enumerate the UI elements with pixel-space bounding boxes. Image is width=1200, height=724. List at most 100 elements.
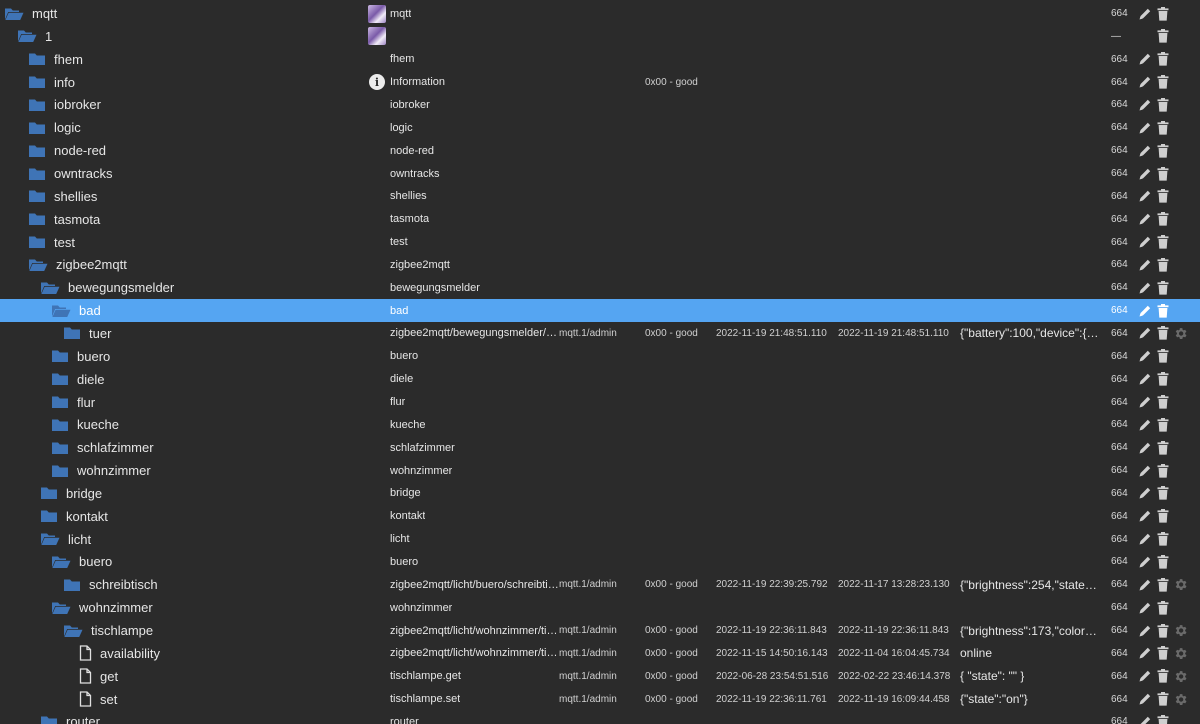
state-value[interactable]: {"state":"on"} <box>960 692 1028 706</box>
edit-icon[interactable] <box>1137 531 1153 548</box>
folder-open-icon[interactable] <box>51 555 71 569</box>
tree-row[interactable]: shellies shellies 664 <box>0 185 1200 208</box>
tree-row[interactable]: schlafzimmer schlafzimmer 664 <box>0 436 1200 459</box>
folder-open-icon[interactable] <box>51 304 71 318</box>
delete-icon[interactable] <box>1155 622 1171 639</box>
edit-icon[interactable] <box>1137 325 1153 342</box>
tree-node[interactable]: bad <box>51 299 101 322</box>
folder-icon[interactable] <box>28 52 46 66</box>
tree-row[interactable]: mqtt mqtt 664 <box>0 2 1200 25</box>
folder-icon[interactable] <box>40 509 58 523</box>
tree-row[interactable]: buero buero 664 <box>0 345 1200 368</box>
edit-icon[interactable] <box>1137 394 1153 411</box>
delete-icon[interactable] <box>1155 302 1171 319</box>
tree-node[interactable]: owntracks <box>28 162 113 185</box>
tree-row[interactable]: tasmota tasmota 664 <box>0 208 1200 231</box>
delete-icon[interactable] <box>1155 28 1171 45</box>
delete-icon[interactable] <box>1155 96 1171 113</box>
folder-icon[interactable] <box>28 121 46 135</box>
tree-node[interactable]: buero <box>51 550 112 573</box>
edit-icon[interactable] <box>1137 256 1153 273</box>
edit-icon[interactable] <box>1137 713 1153 724</box>
edit-icon[interactable] <box>1137 348 1153 365</box>
delete-icon[interactable] <box>1155 508 1171 525</box>
folder-icon[interactable] <box>51 418 69 432</box>
gear-icon[interactable] <box>1172 645 1188 662</box>
folder-icon[interactable] <box>28 212 46 226</box>
tree-row[interactable]: logic logic 664 <box>0 116 1200 139</box>
folder-icon[interactable] <box>63 578 81 592</box>
delete-icon[interactable] <box>1155 691 1171 708</box>
folder-icon[interactable] <box>28 235 46 249</box>
delete-icon[interactable] <box>1155 234 1171 251</box>
tree-row[interactable]: fhem fhem 664 <box>0 48 1200 71</box>
tree-node[interactable]: wohnzimmer <box>51 459 151 482</box>
delete-icon[interactable] <box>1155 348 1171 365</box>
delete-icon[interactable] <box>1155 279 1171 296</box>
folder-open-icon[interactable] <box>40 281 60 295</box>
delete-icon[interactable] <box>1155 553 1171 570</box>
tree-row[interactable]: router router 664 <box>0 710 1200 724</box>
tree-row[interactable]: zigbee2mqtt zigbee2mqtt 664 <box>0 253 1200 276</box>
tree-node[interactable]: mqtt <box>4 2 57 25</box>
folder-icon[interactable] <box>51 464 69 478</box>
tree-node[interactable]: buero <box>51 345 110 368</box>
edit-icon[interactable] <box>1137 416 1153 433</box>
tree-node[interactable]: node-red <box>28 139 106 162</box>
edit-icon[interactable] <box>1137 5 1153 22</box>
tree-node[interactable]: fhem <box>28 48 83 71</box>
edit-icon[interactable] <box>1137 302 1153 319</box>
tree-row[interactable]: kontakt kontakt 664 <box>0 505 1200 528</box>
tree-node[interactable]: iobroker <box>28 93 101 116</box>
edit-icon[interactable] <box>1137 439 1153 456</box>
edit-icon[interactable] <box>1137 142 1153 159</box>
tree-node[interactable]: shellies <box>28 185 97 208</box>
tree-row[interactable]: diele diele 664 <box>0 368 1200 391</box>
tree-row[interactable]: licht licht 664 <box>0 528 1200 551</box>
folder-open-icon[interactable] <box>4 7 24 21</box>
tree-node[interactable]: zigbee2mqtt <box>28 253 127 276</box>
edit-icon[interactable] <box>1137 622 1153 639</box>
folder-open-icon[interactable] <box>28 258 48 272</box>
folder-icon[interactable] <box>51 395 69 409</box>
delete-icon[interactable] <box>1155 325 1171 342</box>
tree-row[interactable]: test test 664 <box>0 231 1200 254</box>
tree-node[interactable]: test <box>28 231 75 254</box>
tree-node[interactable]: kueche <box>51 413 119 436</box>
tree-node[interactable]: availability <box>77 642 160 665</box>
folder-icon[interactable] <box>28 167 46 181</box>
tree-row[interactable]: availability zigbee2mqtt/licht/wohnzimmer… <box>0 642 1200 665</box>
tree-row[interactable]: node-red node-red 664 <box>0 139 1200 162</box>
folder-icon[interactable] <box>28 189 46 203</box>
folder-open-icon[interactable] <box>17 29 37 43</box>
edit-icon[interactable] <box>1137 371 1153 388</box>
tree-node[interactable]: 1 <box>17 25 52 48</box>
tree-row[interactable]: 1— <box>0 25 1200 48</box>
tree-node[interactable]: bewegungsmelder <box>40 276 174 299</box>
delete-icon[interactable] <box>1155 439 1171 456</box>
tree-row[interactable]: info i Information 0x00 - good 664 <box>0 71 1200 94</box>
gear-icon[interactable] <box>1172 622 1188 639</box>
delete-icon[interactable] <box>1155 119 1171 136</box>
tree-row[interactable]: tuer zigbee2mqtt/bewegungsmelder/ba... mqt… <box>0 322 1200 345</box>
tree-node[interactable]: bridge <box>40 482 102 505</box>
delete-icon[interactable] <box>1155 599 1171 616</box>
delete-icon[interactable] <box>1155 256 1171 273</box>
delete-icon[interactable] <box>1155 74 1171 91</box>
tree-node[interactable]: get <box>77 665 118 688</box>
tree-node[interactable]: info <box>28 71 75 94</box>
delete-icon[interactable] <box>1155 165 1171 182</box>
tree-row[interactable]: wohnzimmer wohnzimmer 664 <box>0 596 1200 619</box>
delete-icon[interactable] <box>1155 142 1171 159</box>
tree-node[interactable]: tischlampe <box>63 619 153 642</box>
tree-row[interactable]: set tischlampe.set mqtt.1/admin 0x00 - good… <box>0 688 1200 711</box>
folder-icon[interactable] <box>51 349 69 363</box>
edit-icon[interactable] <box>1137 119 1153 136</box>
folder-icon[interactable] <box>28 98 46 112</box>
delete-icon[interactable] <box>1155 371 1171 388</box>
tree-node[interactable]: diele <box>51 368 104 391</box>
delete-icon[interactable] <box>1155 713 1171 724</box>
edit-icon[interactable] <box>1137 74 1153 91</box>
folder-open-icon[interactable] <box>63 624 83 638</box>
delete-icon[interactable] <box>1155 531 1171 548</box>
